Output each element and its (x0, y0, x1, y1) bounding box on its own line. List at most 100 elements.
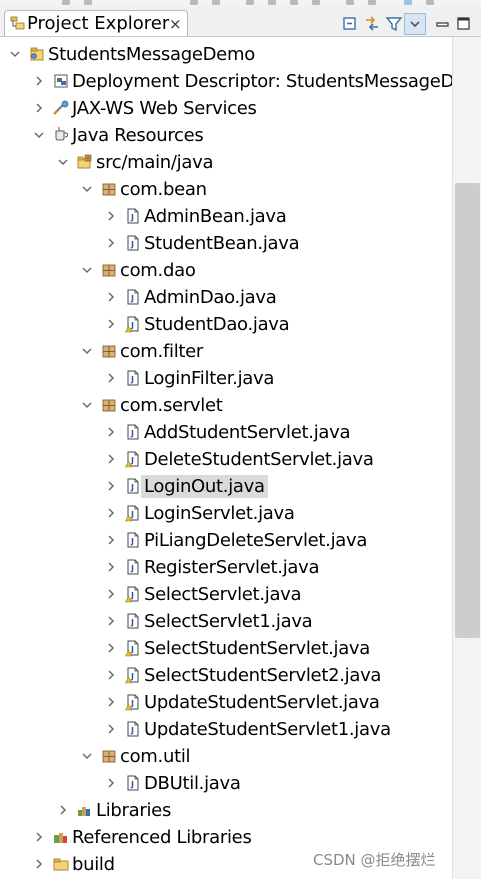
chevron-right-icon[interactable] (103, 558, 119, 576)
tree-node-label: com.util (120, 746, 191, 767)
filter-icon[interactable] (385, 15, 403, 33)
chevron-right-icon[interactable] (103, 666, 119, 684)
tree-node[interactable]: J LoginFilter.java (0, 365, 452, 392)
minimize-icon[interactable] (434, 15, 452, 33)
svg-text:J: J (130, 537, 134, 546)
tree-node[interactable]: J AdminDao.java (0, 284, 452, 311)
project-icon (29, 45, 45, 63)
collapse-all-icon[interactable] (341, 15, 359, 33)
chevron-down-icon[interactable] (7, 45, 23, 63)
svg-text:J: J (130, 483, 134, 492)
tab-project-explorer[interactable]: Project Explorer × (4, 10, 188, 37)
svg-text:J: J (130, 510, 134, 519)
view-menu-icon[interactable] (404, 13, 426, 35)
java-file-warning-icon: J (125, 639, 141, 657)
tree-node[interactable]: src/main/java (0, 149, 452, 176)
chevron-right-icon[interactable] (103, 693, 119, 711)
close-icon[interactable]: × (169, 13, 182, 35)
package-icon (101, 342, 117, 360)
tree-node[interactable]: StudentsMessageDemo (0, 41, 452, 68)
package-icon (101, 396, 117, 414)
maximize-icon[interactable] (455, 15, 473, 33)
tree-node[interactable]: J SelectServlet1.java (0, 608, 452, 635)
tree-node[interactable]: J PiLiangDeleteServlet.java (0, 527, 452, 554)
tree-node[interactable]: J StudentDao.java (0, 311, 452, 338)
tree-node[interactable]: Libraries (0, 797, 452, 824)
chevron-right-icon[interactable] (103, 369, 119, 387)
tree-node[interactable]: J UpdateStudentServlet1.java (0, 716, 452, 743)
tree-node[interactable]: com.servlet (0, 392, 452, 419)
scrollbar-thumb[interactable] (455, 183, 480, 638)
chevron-right-icon[interactable] (103, 720, 119, 738)
tree-node[interactable]: J UpdateStudentServlet.java (0, 689, 452, 716)
chevron-down-icon[interactable] (79, 261, 95, 279)
chevron-right-icon[interactable] (103, 450, 119, 468)
tree-node[interactable]: JAX-WS Web Services (0, 95, 452, 122)
chevron-down-icon[interactable] (79, 342, 95, 360)
chevron-right-icon[interactable] (103, 234, 119, 252)
chevron-right-icon[interactable] (31, 72, 47, 90)
tree-node[interactable]: J SelectStudentServlet2.java (0, 662, 452, 689)
link-with-editor-icon[interactable] (363, 15, 381, 33)
svg-text:J: J (130, 699, 134, 708)
tree-node[interactable]: com.filter (0, 338, 452, 365)
chevron-down-icon[interactable] (79, 396, 95, 414)
svg-text:J: J (130, 375, 134, 384)
tree-node[interactable]: com.util (0, 743, 452, 770)
chevron-right-icon[interactable] (103, 315, 119, 333)
folder-icon (53, 855, 69, 873)
java-file-icon: J (125, 207, 141, 225)
chevron-down-icon[interactable] (55, 153, 71, 171)
tree-node[interactable]: J SelectStudentServlet.java (0, 635, 452, 662)
chevron-right-icon[interactable] (55, 801, 71, 819)
libraries-icon (77, 801, 93, 819)
chevron-right-icon[interactable] (103, 612, 119, 630)
chevron-down-icon[interactable] (79, 180, 95, 198)
vertical-scrollbar[interactable] (452, 37, 481, 879)
svg-text:J: J (130, 645, 134, 654)
tree-node-label: AddStudentServlet.java (144, 422, 351, 443)
tree-node[interactable]: J DBUtil.java (0, 770, 452, 797)
java-file-icon: J (125, 531, 141, 549)
tree-node[interactable]: J AddStudentServlet.java (0, 419, 452, 446)
tree-node[interactable]: Referenced Libraries (0, 824, 452, 851)
java-file-icon: J (125, 288, 141, 306)
svg-text:J: J (130, 564, 134, 573)
tree-node[interactable]: com.dao (0, 257, 452, 284)
tree-node[interactable]: Java Resources (0, 122, 452, 149)
chevron-right-icon[interactable] (103, 504, 119, 522)
project-explorer-icon (10, 15, 26, 31)
tree-node-label: Referenced Libraries (72, 827, 252, 848)
chevron-right-icon[interactable] (103, 207, 119, 225)
chevron-right-icon[interactable] (31, 828, 47, 846)
tree-node[interactable]: J AdminBean.java (0, 203, 452, 230)
chevron-right-icon[interactable] (103, 585, 119, 603)
tree-node[interactable]: J DeleteStudentServlet.java (0, 446, 452, 473)
chevron-right-icon[interactable] (103, 477, 119, 495)
chevron-right-icon[interactable] (103, 423, 119, 441)
tree-node[interactable]: J LoginServlet.java (0, 500, 452, 527)
chevron-right-icon[interactable] (103, 639, 119, 657)
tree-node-label: StudentDao.java (144, 314, 290, 335)
tree-node[interactable]: J StudentBean.java (0, 230, 452, 257)
java-resources-icon (53, 126, 69, 144)
tree-node-label: SelectServlet1.java (144, 611, 313, 632)
chevron-right-icon[interactable] (31, 855, 47, 873)
tree-node-label: src/main/java (96, 152, 214, 173)
tree-node[interactable]: Deployment Descriptor: StudentsMessageD (0, 68, 452, 95)
tree-node[interactable]: com.bean (0, 176, 452, 203)
tree-node-label: build (72, 854, 115, 875)
java-file-icon: J (125, 558, 141, 576)
chevron-right-icon[interactable] (103, 288, 119, 306)
tree-node[interactable]: J SelectServlet.java (0, 581, 452, 608)
chevron-down-icon[interactable] (79, 747, 95, 765)
chevron-right-icon[interactable] (103, 531, 119, 549)
java-file-warning-icon: J (125, 666, 141, 684)
tree-node[interactable]: J RegisterServlet.java (0, 554, 452, 581)
chevron-right-icon[interactable] (31, 99, 47, 117)
chevron-right-icon[interactable] (103, 774, 119, 792)
tree-node[interactable]: J LoginOut.java (0, 473, 452, 500)
chevron-down-icon[interactable] (31, 126, 47, 144)
tree-node-label: RegisterServlet.java (144, 557, 320, 578)
java-file-icon: J (125, 720, 141, 738)
